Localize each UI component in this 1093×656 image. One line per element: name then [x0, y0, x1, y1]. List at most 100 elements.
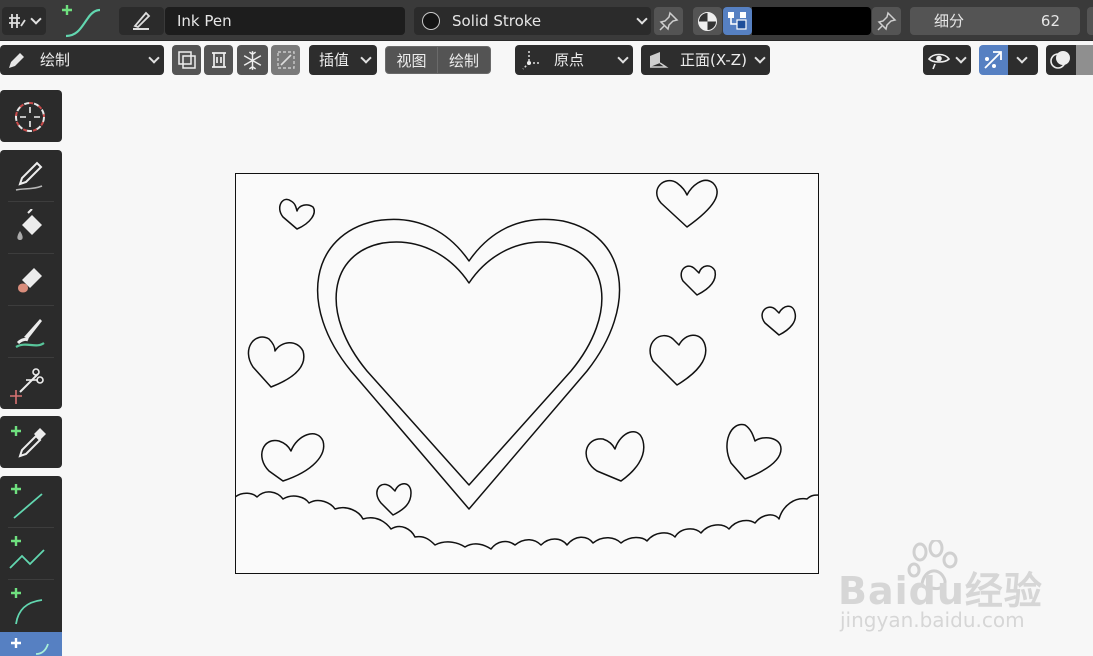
drawing-plane-dropdown[interactable]: 正面(X-Z) [641, 45, 770, 75]
tool-erase[interactable] [0, 254, 62, 306]
small-heart [279, 198, 315, 230]
pin-material-button[interactable] [654, 7, 683, 35]
big-heart-inner [335, 241, 603, 486]
multiframe-button[interactable] [172, 45, 201, 75]
cloud-border [235, 491, 819, 550]
grease-pencil-editor: Ink Pen Solid Stroke 细分 62 绘制 插值 视图 绘制 原… [0, 0, 1093, 656]
tool-fill[interactable] [0, 202, 62, 254]
gizmo-toggle-button[interactable] [979, 45, 1008, 75]
overlay-dropdown-edge[interactable] [1076, 45, 1093, 75]
drawing-strokes [235, 179, 819, 550]
material-color-mode-button[interactable] [693, 7, 722, 35]
line-icon [11, 484, 43, 519]
small-heart [656, 179, 718, 228]
mode-dropdown[interactable]: 绘制 [0, 45, 164, 75]
tool-cutter[interactable] [0, 358, 62, 410]
toolbar-group-draw [0, 150, 62, 409]
snowflake-icon [243, 51, 262, 70]
toolbar-group-eyedropper [0, 416, 62, 468]
toolbar-group-primitives [0, 476, 62, 656]
chevron-down-icon [360, 52, 372, 64]
tool-arc[interactable] [0, 580, 62, 632]
tool-tint[interactable] [0, 306, 62, 358]
brush-preview-button[interactable] [119, 7, 164, 35]
big-heart-outer [316, 218, 621, 510]
subdivide-slider[interactable]: 细分 62 [910, 7, 1080, 35]
gizmo-icon [984, 51, 1002, 69]
pencil-icon [9, 53, 24, 68]
ink-pen-icon [133, 11, 151, 30]
stroke-origin-dropdown[interactable]: 原点 [515, 45, 633, 75]
vertex-color-mode-button[interactable] [723, 7, 752, 35]
subdivide-label: 细分 [934, 12, 965, 30]
arc-icon [11, 588, 43, 625]
editor-type-dropdown[interactable] [2, 7, 46, 35]
small-heart [649, 334, 707, 386]
chevron-down-icon [955, 52, 967, 64]
draw-menu[interactable]: 绘制 [438, 46, 491, 74]
interpolate-dropdown[interactable]: 插值 [309, 45, 377, 75]
guides-icon [277, 51, 295, 69]
chevron-down-icon [1016, 52, 1028, 64]
overlay-toggle-button[interactable] [1046, 45, 1093, 75]
chevron-down-icon [754, 52, 766, 64]
material-name: Solid Stroke [452, 12, 542, 30]
eraser-icon [18, 268, 42, 293]
tool-settings-header: Ink Pen Solid Stroke 细分 62 [0, 0, 1093, 41]
chevron-down-icon [148, 52, 160, 64]
small-heart [376, 483, 412, 516]
front-plane-icon [650, 52, 669, 68]
gizmo-dropdown[interactable] [1008, 45, 1038, 75]
curve-icon [11, 638, 49, 655]
tool-line[interactable] [0, 476, 62, 528]
stroke-placement-icon [212, 52, 226, 68]
subdivide-value: 62 [1040, 12, 1060, 30]
pin-color-button[interactable] [872, 7, 901, 35]
watermark-brand: Baidu经验 [838, 569, 1043, 613]
chevron-down-icon [636, 13, 648, 25]
mode-label: 绘制 [40, 51, 71, 69]
material-dropdown[interactable]: Solid Stroke [414, 7, 651, 35]
small-heart [761, 305, 797, 336]
view-menu[interactable]: 视图 [385, 46, 438, 74]
polyline-icon [9, 536, 45, 569]
pin-icon [877, 11, 897, 31]
tool-draw[interactable] [0, 150, 62, 202]
small-heart [261, 433, 325, 482]
tool-curve[interactable] [0, 632, 62, 656]
eye-icon [927, 53, 951, 70]
small-heart [680, 265, 717, 296]
small-heart [726, 423, 782, 480]
vertex-color-swatch[interactable] [752, 7, 871, 35]
scissors-icon [10, 368, 44, 404]
cursor-icon [15, 102, 45, 132]
drawing-plane-label: 正面(X-Z) [680, 51, 747, 69]
visibility-dropdown[interactable] [923, 45, 971, 75]
multiframe-icon [178, 51, 196, 69]
overlay-icon [1050, 51, 1070, 69]
pin-icon [659, 11, 679, 31]
brush-name-field[interactable]: Ink Pen [165, 7, 405, 35]
eyedropper-icon [11, 426, 46, 458]
grid-editor-icon [9, 14, 26, 28]
tool-eyedropper[interactable] [0, 416, 62, 468]
snap-button[interactable] [237, 45, 268, 75]
pencil-icon [15, 161, 43, 191]
tool-polyline[interactable] [0, 528, 62, 580]
material-sphere-icon [422, 12, 440, 30]
stroke-placement-button[interactable] [204, 45, 233, 75]
add-curve-tool-icon[interactable] [56, 2, 104, 40]
small-heart [247, 336, 305, 388]
material-mode-icon [698, 12, 717, 31]
viewport-header: 绘制 插值 视图 绘制 原点 正面(X-Z) [0, 41, 1093, 78]
interpolate-label: 插值 [319, 51, 350, 69]
origin-label: 原点 [554, 51, 585, 69]
camera-frame[interactable] [235, 173, 819, 574]
vertex-color-icon [728, 12, 747, 30]
watermark-url: jingyan.baidu.com [840, 608, 1025, 632]
bucket-icon [17, 209, 42, 240]
tint-brush-icon [15, 319, 45, 348]
guides-button[interactable] [271, 45, 300, 75]
tool-cursor[interactable] [0, 90, 62, 142]
chevron-down-icon [30, 13, 42, 25]
